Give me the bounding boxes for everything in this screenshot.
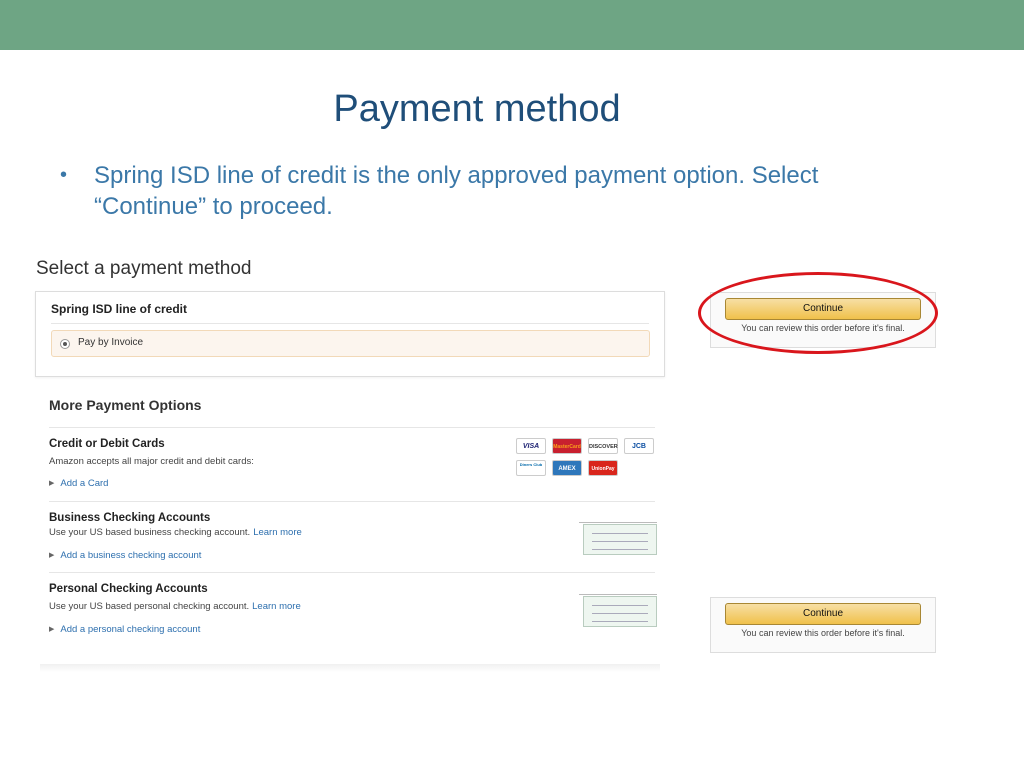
add-business-checking-link[interactable]: ▶ Add a business checking account [49, 550, 201, 561]
mastercard-logo-icon: MasterCard [552, 438, 582, 454]
slide-title: Payment method [333, 88, 621, 130]
business-checking-desc-text: Use your US based business checking acco… [49, 527, 251, 538]
line-of-credit-panel: Spring ISD line of credit Pay by Invoice [35, 291, 665, 377]
add-card-link[interactable]: ▶ Add a Card [49, 478, 108, 489]
business-checking-description: Use your US based business checking acco… [49, 527, 302, 538]
check-image-icon [579, 582, 657, 627]
divider [49, 572, 655, 573]
cards-description: Amazon accepts all major credit and debi… [49, 456, 254, 467]
add-card-label: Add a Card [60, 478, 109, 489]
continue-panel-bottom: Continue You can review this order befor… [710, 597, 936, 653]
caret-right-icon: ▶ [49, 552, 55, 559]
personal-learn-more-link[interactable]: Learn more [252, 601, 301, 612]
panel-shadow [40, 664, 660, 672]
slide-header-bar [0, 0, 1024, 50]
pay-by-invoice-label: Pay by Invoice [78, 337, 144, 348]
add-personal-checking-label: Add a personal checking account [60, 624, 201, 635]
divider [49, 501, 655, 502]
amex-logo-icon: AMEX [552, 460, 582, 476]
line-of-credit-title: Spring ISD line of credit [51, 302, 188, 316]
jcb-logo-icon: JCB [624, 438, 654, 454]
discover-logo-icon: DISCOVER [588, 438, 618, 454]
business-checking-title: Business Checking Accounts [49, 512, 211, 524]
caret-right-icon: ▶ [49, 626, 55, 633]
diners-club-logo-icon: Diners Club [516, 460, 546, 476]
radio-selected-icon[interactable] [60, 339, 70, 349]
continue-button-bottom[interactable]: Continue [725, 603, 921, 625]
divider [51, 323, 649, 324]
business-learn-more-link[interactable]: Learn more [253, 527, 302, 538]
cards-title: Credit or Debit Cards [49, 438, 165, 450]
bullet-icon: • [60, 164, 68, 186]
personal-checking-title: Personal Checking Accounts [49, 583, 208, 595]
caret-right-icon: ▶ [49, 480, 55, 487]
select-payment-heading: Select a payment method [36, 258, 252, 279]
slide-bullet: • Spring ISD line of credit is the only … [60, 160, 900, 222]
highlight-oval [698, 272, 938, 354]
check-image-icon [579, 510, 657, 555]
personal-checking-desc-text: Use your US based personal checking acco… [49, 601, 250, 612]
bullet-text: Spring ISD line of credit is the only ap… [94, 162, 819, 220]
divider [49, 427, 655, 428]
review-note-bottom: You can review this order before it's fi… [741, 628, 905, 638]
personal-checking-description: Use your US based personal checking acco… [49, 601, 301, 612]
more-payment-options-heading: More Payment Options [49, 397, 202, 413]
pay-by-invoice-option[interactable]: Pay by Invoice [51, 330, 650, 357]
card-logos: VISA MasterCard DISCOVER JCB Diners Club… [514, 436, 656, 480]
visa-logo-icon: VISA [516, 438, 546, 454]
unionpay-logo-icon: UnionPay [588, 460, 618, 476]
add-personal-checking-link[interactable]: ▶ Add a personal checking account [49, 624, 200, 635]
add-business-checking-label: Add a business checking account [60, 550, 202, 561]
